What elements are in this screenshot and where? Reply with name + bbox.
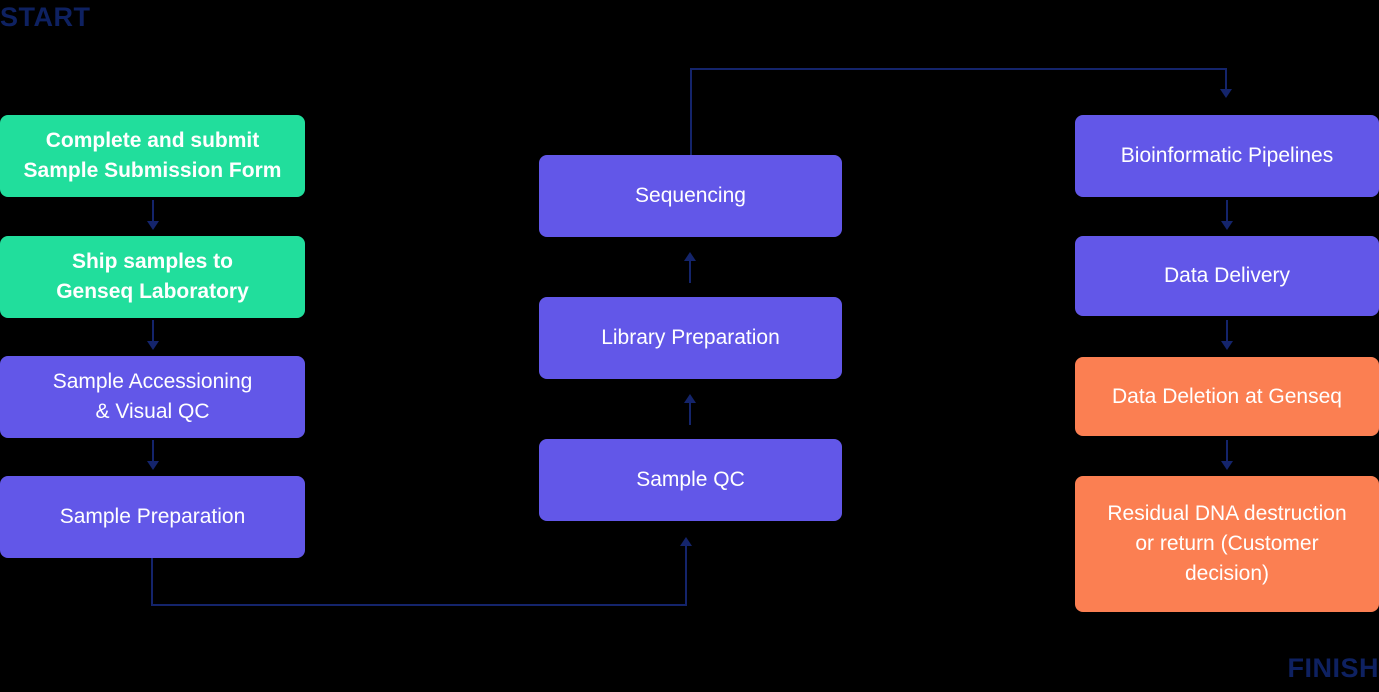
connector-line-c5: [689, 403, 691, 425]
arrowhead-down-c8: [1221, 221, 1233, 230]
node-bioinformatic-pipelines[interactable]: Bioinformatic Pipelines: [1075, 115, 1379, 197]
arrowhead-down-c7: [1220, 89, 1232, 98]
node-data-deletion[interactable]: Data Deletion at Genseq: [1075, 357, 1379, 436]
connector-line-c3: [152, 440, 154, 462]
node-complete-submit-form[interactable]: Complete and submit Sample Submission Fo…: [0, 115, 305, 197]
connector-line-c9: [1226, 320, 1228, 342]
node-data-delivery[interactable]: Data Delivery: [1075, 236, 1379, 316]
connector-c4-segment-right: [151, 604, 687, 606]
node-sample-preparation[interactable]: Sample Preparation: [0, 476, 305, 558]
node-sample-qc[interactable]: Sample QC: [539, 439, 842, 521]
arrowhead-up-c4: [680, 537, 692, 546]
connector-c7-segment-down: [1225, 68, 1227, 90]
arrowhead-up-c5: [684, 394, 696, 403]
connector-line-c2: [152, 320, 154, 342]
arrowhead-down-c10: [1221, 461, 1233, 470]
connector-line-c10: [1226, 440, 1228, 462]
connector-line-c8: [1226, 200, 1228, 222]
finish-label: FINISH: [1287, 653, 1379, 683]
node-ship-samples[interactable]: Ship samples to Genseq Laboratory: [0, 236, 305, 318]
arrowhead-down-c9: [1221, 341, 1233, 350]
connector-c7-segment-right: [690, 68, 1227, 70]
arrowhead-up-c6: [684, 252, 696, 261]
node-library-preparation[interactable]: Library Preparation: [539, 297, 842, 379]
node-sample-accessioning[interactable]: Sample Accessioning & Visual QC: [0, 356, 305, 438]
arrowhead-down-c1: [147, 221, 159, 230]
arrowhead-down-c2: [147, 341, 159, 350]
connector-line-c1: [152, 200, 154, 222]
connector-c4-segment-up: [685, 546, 687, 606]
arrowhead-down-c3: [147, 461, 159, 470]
workflow-diagram: START FINISH Complete and submit Sample …: [0, 0, 1379, 692]
node-residual-dna[interactable]: Residual DNA destruction or return (Cust…: [1075, 476, 1379, 612]
node-sequencing[interactable]: Sequencing: [539, 155, 842, 237]
connector-c7-segment-up: [690, 68, 692, 155]
start-label: START: [0, 2, 91, 32]
connector-line-c6: [689, 261, 691, 283]
connector-c4-segment-down: [151, 558, 153, 606]
